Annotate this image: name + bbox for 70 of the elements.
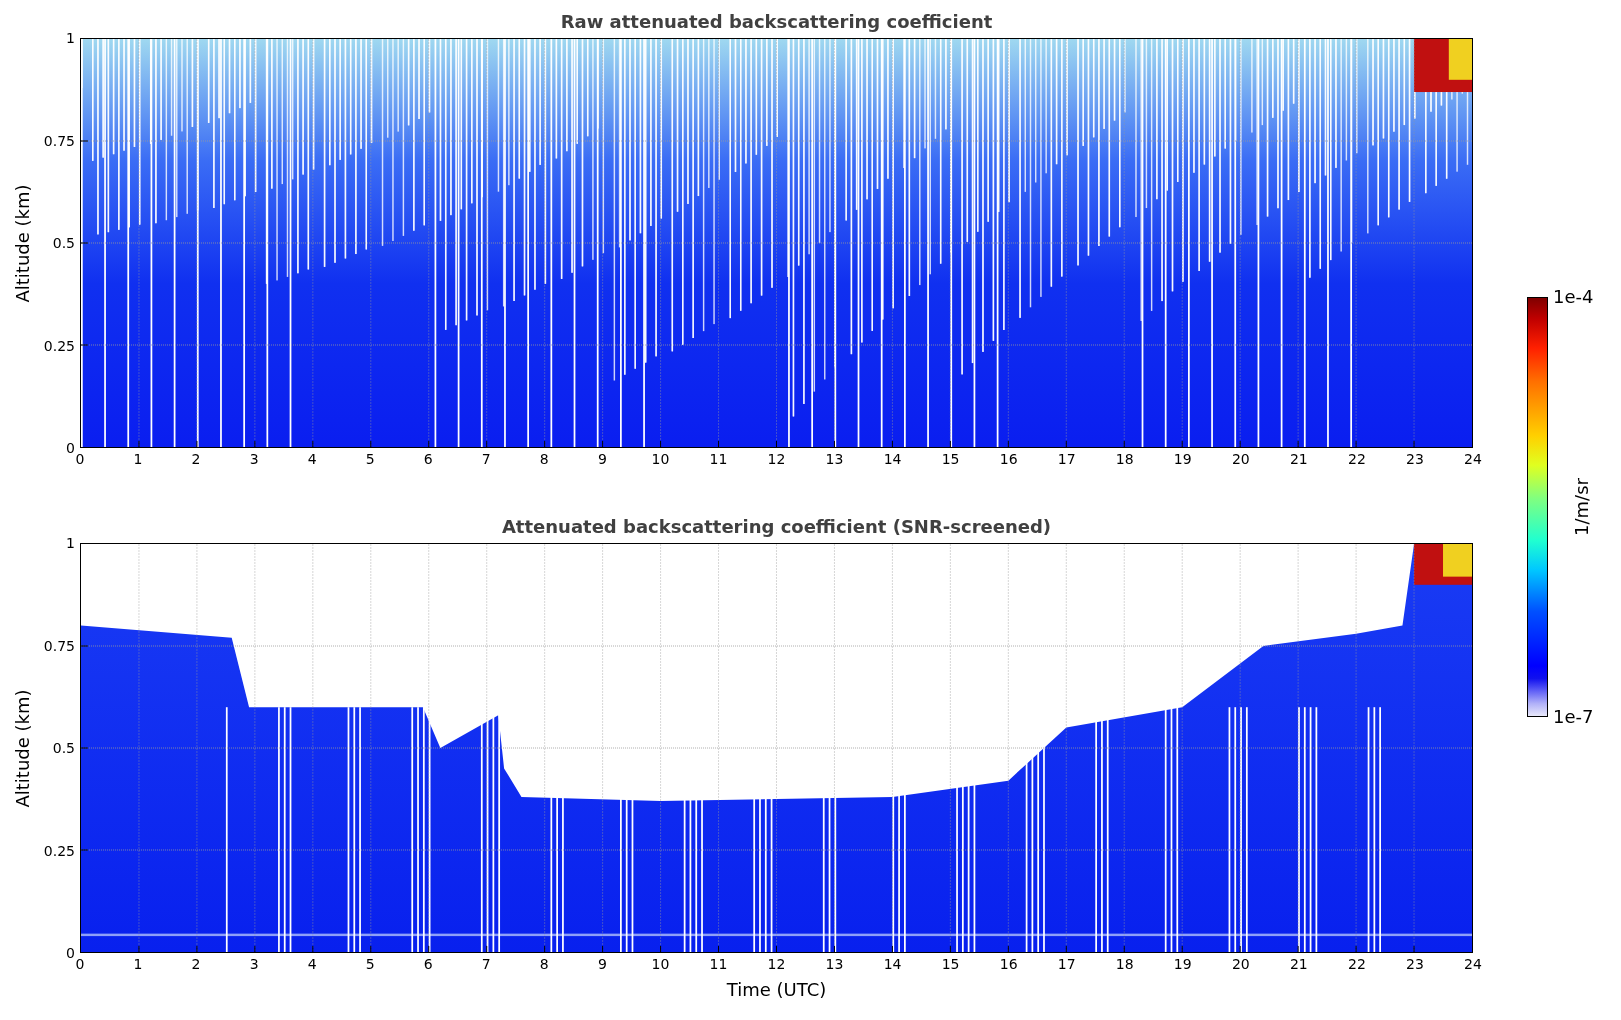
tick-label: 16 xyxy=(999,452,1018,466)
tick-label: 12 xyxy=(767,452,786,466)
tick-label: 1 xyxy=(66,536,75,550)
tick-label: 17 xyxy=(1057,452,1076,466)
tick-label: 14 xyxy=(883,957,902,971)
tick-label: 18 xyxy=(1115,452,1134,466)
tick-label: 1e-4 xyxy=(1553,288,1594,306)
tick-label: 5 xyxy=(365,957,375,971)
tick-label: 23 xyxy=(1406,957,1424,971)
axis-label: 1/m/sr xyxy=(1570,478,1592,536)
tick-label: 7 xyxy=(481,452,491,466)
tick-label: 1 xyxy=(66,31,75,45)
tick-label: 13 xyxy=(825,957,844,971)
tick-label: 17 xyxy=(1057,957,1076,971)
tick-label: 5 xyxy=(365,452,375,466)
tick-label: 0.25 xyxy=(43,843,75,858)
tick-label: 22 xyxy=(1348,452,1366,466)
tick-label: 0.5 xyxy=(52,741,75,755)
tick-label: 15 xyxy=(941,452,960,466)
tick-label: 10 xyxy=(651,452,670,466)
tick-label: 8 xyxy=(539,452,549,466)
tick-label: 18 xyxy=(1115,957,1134,971)
tick-label: 22 xyxy=(1348,957,1366,971)
tick-label: 0 xyxy=(75,452,85,466)
tick-label: 16 xyxy=(999,957,1018,971)
tick-label: 9 xyxy=(597,452,607,466)
tick-label: 14 xyxy=(883,452,902,466)
tick-label: 19 xyxy=(1173,452,1192,466)
axis-label: Time (UTC) xyxy=(726,979,827,1002)
tick-label: 11 xyxy=(709,957,728,971)
high-value-patch xyxy=(1414,39,1472,93)
tick-label: 9 xyxy=(597,957,607,971)
tick-label: 0.75 xyxy=(43,638,75,653)
tick-label: 1 xyxy=(133,957,143,971)
tick-label: 1 xyxy=(133,452,143,466)
axis-label: Altitude (km) xyxy=(11,688,33,808)
chart-title: Raw attenuated backscattering coefficient xyxy=(560,11,993,32)
tick-label: 21 xyxy=(1289,452,1308,466)
tick-label: 19 xyxy=(1173,957,1192,971)
tick-label: 23 xyxy=(1406,452,1424,466)
tick-label: 11 xyxy=(709,452,728,466)
tick-label: 20 xyxy=(1231,452,1250,466)
tick-label: 3 xyxy=(249,452,259,466)
chart-title: Attenuated backscattering coefficient (SNR-screened) xyxy=(501,516,1052,537)
tick-label: 6 xyxy=(423,452,433,466)
tick-label: 1e-7 xyxy=(1553,708,1594,726)
tick-label: 12 xyxy=(767,957,786,971)
tick-label: 7 xyxy=(481,957,491,971)
tick-label: 2 xyxy=(191,452,201,466)
tick-label: 0.25 xyxy=(43,338,75,353)
axis-label: Altitude (km) xyxy=(11,183,33,303)
tick-label: 20 xyxy=(1231,957,1250,971)
tick-label: 0 xyxy=(75,957,85,971)
tick-label: 3 xyxy=(249,957,259,971)
tick-label: 15 xyxy=(941,957,960,971)
tick-label: 6 xyxy=(423,957,433,971)
high-value-patch xyxy=(1414,544,1472,585)
tick-label: 21 xyxy=(1289,957,1308,971)
tick-label: 0.75 xyxy=(43,133,75,148)
tick-label: 8 xyxy=(539,957,549,971)
tick-label: 24 xyxy=(1464,957,1482,971)
tick-label: 24 xyxy=(1464,452,1482,466)
tick-label: 13 xyxy=(825,452,844,466)
tick-label: 0.5 xyxy=(52,236,75,250)
tick-label: 0 xyxy=(66,946,75,960)
tick-label: 0 xyxy=(66,441,75,455)
tick-label: 10 xyxy=(651,957,670,971)
tick-label: 4 xyxy=(307,957,317,971)
tick-label: 2 xyxy=(191,957,201,971)
tick-label: 4 xyxy=(307,452,317,466)
